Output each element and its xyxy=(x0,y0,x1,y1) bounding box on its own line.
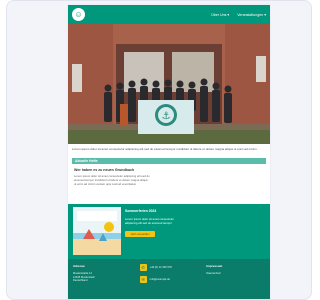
footer-phone-text: +49 (0) 12 345 678 xyxy=(149,265,172,269)
banner-anchor-icon: ⚓ xyxy=(162,111,171,122)
promo-title: Sommerferien 2023 xyxy=(125,209,157,213)
newsletter-header: ☺ Über Uns ▾ Veranstaltungen ▾ xyxy=(68,5,270,24)
footer-legal: Impressum Datenschutz xyxy=(206,264,265,299)
footer-mail[interactable]: ✉ info@example.de xyxy=(139,276,199,283)
footer-imprint-link[interactable]: Impressum xyxy=(206,264,265,268)
footer-privacy-link[interactable]: Datenschutz xyxy=(206,272,265,276)
news-line: ut enim ad minim veniam quis nostrud exe… xyxy=(74,182,137,186)
preview-canvas: ☺ Über Uns ▾ Veranstaltungen ▾ ⚓ Lorem i… xyxy=(6,0,312,300)
group-photo: ⚓ xyxy=(68,24,270,144)
news-heading: Wer haben es zu neuen Grundbuch xyxy=(74,168,135,172)
footer-phone[interactable]: ✆ +49 (0) 12 345 678 xyxy=(139,264,199,271)
footer-line: Deutschland xyxy=(73,279,88,283)
news-block: Wer haben es zu neuen Grundbuch Lorem ip… xyxy=(68,164,270,204)
newsletter-footer: Adresse Musterstraße 12 12345 Musterstad… xyxy=(68,259,270,299)
footer-address: Adresse Musterstraße 12 12345 Musterstad… xyxy=(73,264,132,299)
footer-contact: ✆ +49 (0) 12 345 678 ✉ info@example.de xyxy=(139,264,199,299)
promo-illustration xyxy=(73,207,121,255)
nav-item-about[interactable]: Über Uns ▾ xyxy=(211,13,229,17)
promo-text: Sommerferien 2023 Lorem ipsum dolor sit … xyxy=(125,207,174,256)
circle-logo-icon[interactable]: ☺ xyxy=(72,8,85,21)
promo-cta-button[interactable]: Jetzt anmelden xyxy=(125,231,155,237)
header-nav: Über Uns ▾ Veranstaltungen ▾ xyxy=(211,13,266,17)
nav-item-events[interactable]: Veranstaltungen ▾ xyxy=(237,13,266,17)
promo-line: adipiscing elit sed do eiusmod tempor xyxy=(125,221,172,225)
phone-icon: ✆ xyxy=(139,264,147,271)
footer-address-title: Adresse xyxy=(73,264,85,268)
intro-text: Lorem ipsum dolor sit amet consectetur a… xyxy=(72,147,258,151)
footer-mail-text: info@example.de xyxy=(149,277,170,281)
newsletter-preview: ☺ Über Uns ▾ Veranstaltungen ▾ ⚓ Lorem i… xyxy=(68,5,270,299)
mail-icon: ✉ xyxy=(139,276,147,283)
promo-band: Sommerferien 2023 Lorem ipsum dolor sit … xyxy=(68,204,270,259)
